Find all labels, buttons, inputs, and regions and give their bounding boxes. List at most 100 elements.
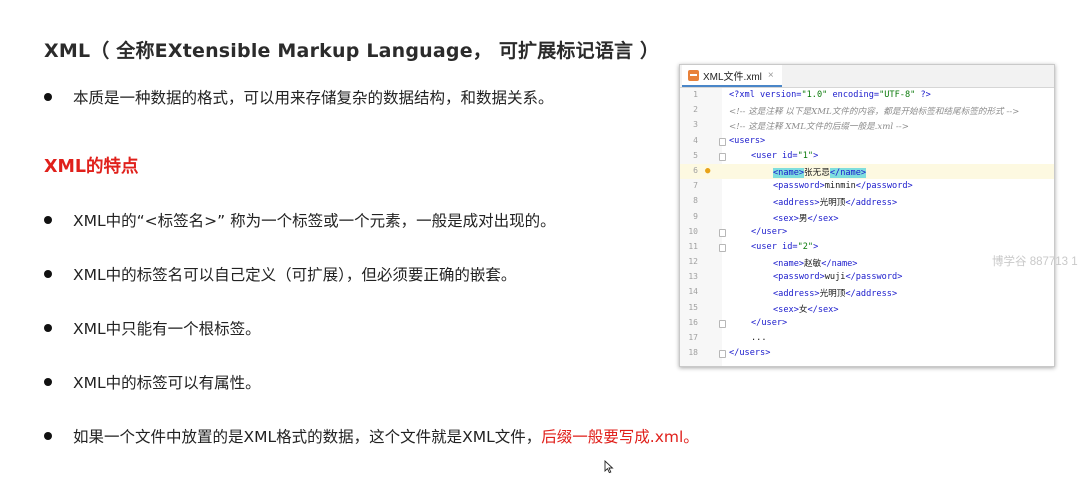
code-token: <name> — [773, 259, 805, 270]
bullet-dot — [44, 216, 52, 224]
code-token: <sex> — [773, 304, 799, 315]
code-token: </address> — [845, 198, 898, 209]
code-token: <password> — [773, 272, 825, 283]
bullet-text: XML中的标签可以有属性。 — [73, 374, 261, 392]
fold-marker-icon[interactable] — [719, 243, 726, 252]
bullet-text: XML中的标签名可以自己定义（可扩展），但必须要正确的嵌套。 — [73, 266, 517, 284]
line-number: 5 — [693, 150, 698, 160]
code-line: 18 </users> — [680, 346, 1054, 361]
code-token: minmin — [824, 181, 856, 192]
code-token: </sex> — [807, 304, 839, 315]
code-token: <password> — [773, 181, 825, 192]
line-number: 2 — [693, 105, 698, 115]
code-line: 16 </user> — [680, 316, 1054, 331]
code-token: </password> — [845, 272, 903, 283]
section-title: XML的特点 — [44, 157, 139, 177]
code-token: </address> — [845, 289, 898, 300]
bullet-text: 本质是一种数据的格式，可以用来存储复杂的数据结构，和数据关系。 — [73, 89, 554, 107]
code-comment: <!-- 这是注释 XML文件的后缀一般是.xml --> — [729, 122, 909, 133]
bullet-dot — [44, 93, 52, 101]
code-line: 2 <!-- 这是注释 以下是XML文件的内容，都是开始标签和结尾标签的形式 -… — [680, 103, 1054, 118]
line-number: 13 — [688, 272, 698, 282]
code-editor-panel: XML文件.xml × 1 <?xml version="1.0" encodi… — [679, 64, 1055, 367]
bullet-highlight: 后缀一般要写成.xml。 — [541, 428, 699, 446]
bullet-dot — [44, 432, 52, 440]
code-token: <?xml — [729, 90, 755, 100]
code-token: id= — [776, 241, 798, 252]
close-icon[interactable]: × — [768, 70, 774, 81]
code-comment: <!-- 这是注释 以下是XML文件的内容，都是开始标签和结尾标签的形式 --> — [729, 107, 1020, 118]
editor-tab-bar: XML文件.xml × — [680, 65, 1054, 88]
code-token: </user> — [751, 317, 788, 328]
fold-marker-icon[interactable] — [719, 228, 726, 237]
code-line: 10 </user> — [680, 225, 1054, 240]
fold-marker-icon[interactable] — [719, 152, 726, 161]
bullet-dot — [44, 324, 52, 332]
code-line: 17 ... — [680, 331, 1054, 346]
line-number: 17 — [688, 333, 698, 342]
code-token: <sex> — [773, 213, 799, 224]
code-token: ... — [751, 333, 767, 343]
bullet-item-last: 如果一个文件中放置的是XML格式的数据，这个文件就是XML文件， 后缀一般要写成… — [44, 425, 699, 447]
lightbulb-icon[interactable]: ● — [705, 166, 710, 176]
code-token: <user — [751, 241, 777, 252]
code-token: <users> — [729, 135, 766, 146]
code-area[interactable]: 1 <?xml version="1.0" encoding="UTF-8" ?… — [680, 88, 1054, 361]
code-token: 光明顶 — [819, 289, 846, 300]
page-title: XML（ 全称EXtensible Markup Language， 可扩展标记… — [44, 40, 660, 62]
fold-marker-icon[interactable] — [719, 137, 726, 146]
fold-marker-icon[interactable] — [719, 350, 726, 359]
line-number: 1 — [693, 90, 698, 99]
code-token: </users> — [729, 348, 771, 359]
editor-tab[interactable]: XML文件.xml × — [682, 65, 782, 87]
code-line: 1 <?xml version="1.0" encoding="UTF-8" ?… — [680, 88, 1054, 103]
code-token: encoding= — [827, 90, 880, 100]
code-token: </name> — [821, 259, 858, 270]
code-line: 4 <users> — [680, 134, 1054, 149]
bullet-item: XML中只能有一个根标签。 — [44, 317, 261, 339]
code-token: 赵敏 — [804, 259, 822, 270]
code-token: ?> — [915, 90, 931, 100]
line-number: 11 — [688, 241, 698, 251]
bullet-intro: 本质是一种数据的格式，可以用来存储复杂的数据结构，和数据关系。 — [44, 86, 554, 108]
line-number: 14 — [688, 287, 698, 297]
line-number: 15 — [688, 302, 698, 312]
code-line-current: 6 ● <name>张无忌</name> — [680, 163, 1054, 180]
bullet-dot — [44, 270, 52, 278]
code-line: 14 <address>光明顶</address> — [680, 285, 1054, 300]
code-token: "2" — [797, 241, 814, 252]
bullet-dot — [44, 378, 52, 386]
line-number: 7 — [693, 181, 698, 191]
code-token: <address> — [773, 289, 820, 300]
code-line: 15 <sex>女</sex> — [680, 301, 1054, 316]
code-line: 9 <sex>男</sex> — [680, 210, 1054, 225]
code-line: 7 <password>minmin</password> — [680, 179, 1054, 194]
code-token: "UTF-8" — [879, 90, 916, 100]
line-number: 16 — [688, 317, 698, 327]
bullet-text: XML中只能有一个根标签。 — [73, 320, 261, 338]
code-line: 5 <user id="1"> — [680, 149, 1054, 164]
code-token: wuji — [824, 272, 846, 283]
editor-tab-label: XML文件.xml — [703, 71, 762, 83]
line-number: 12 — [688, 257, 698, 267]
code-line: 3 <!-- 这是注释 XML文件的后缀一般是.xml --> — [680, 118, 1054, 133]
bullet-text: 如果一个文件中放置的是XML格式的数据，这个文件就是XML文件， — [73, 428, 542, 446]
code-token: version= — [754, 90, 802, 100]
code-token: > — [813, 150, 819, 161]
line-number: 4 — [693, 135, 698, 145]
code-token: </name> — [829, 167, 867, 178]
code-token: <name> — [773, 167, 805, 178]
line-number: 10 — [688, 226, 698, 236]
watermark: 博学谷 887713 1 — [992, 256, 1078, 268]
code-line: 13 <password>wuji</password> — [680, 270, 1054, 285]
code-token: </password> — [855, 181, 913, 192]
bullet-item: XML中的“<标签名>” 称为一个标签或一个元素，一般是成对出现的。 — [44, 209, 556, 231]
code-token: "1.0" — [801, 90, 828, 100]
line-number: 6 — [693, 165, 698, 175]
line-number: 9 — [693, 211, 698, 221]
bullet-text: XML中的“<标签名>” 称为一个标签或一个元素，一般是成对出现的。 — [73, 212, 556, 230]
fold-marker-icon[interactable] — [719, 319, 726, 328]
code-token: </user> — [751, 226, 788, 237]
code-token: id= — [776, 150, 798, 161]
bullet-item: XML中的标签名可以自己定义（可扩展），但必须要正确的嵌套。 — [44, 263, 516, 285]
